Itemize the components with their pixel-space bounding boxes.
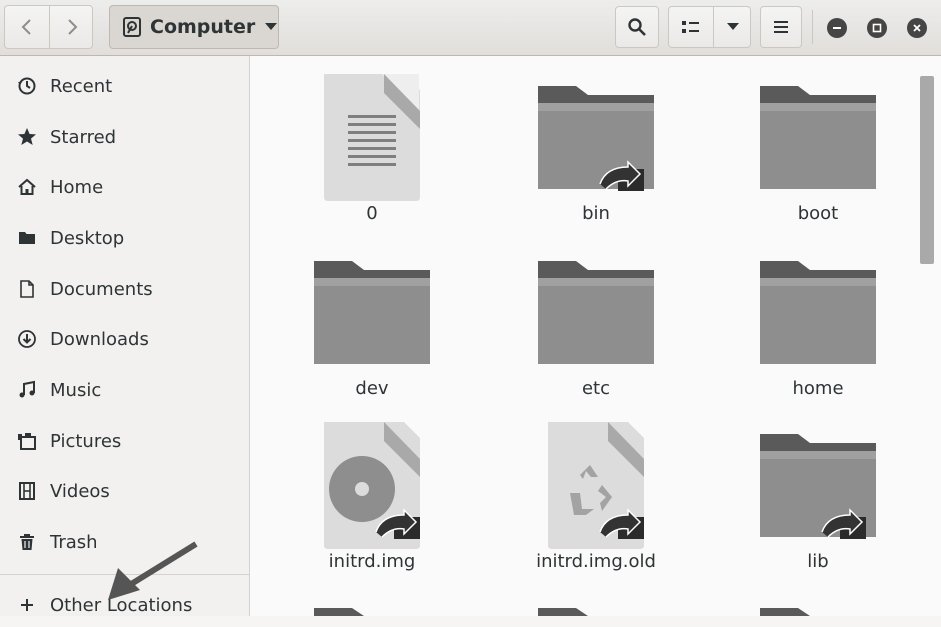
file-name: dev [355, 378, 389, 399]
document-icon [16, 278, 38, 300]
minimize-button[interactable] [827, 18, 847, 38]
view-options-group [668, 6, 751, 48]
file-item[interactable]: home [723, 246, 893, 416]
sidebar-item-downloads[interactable]: Downloads [0, 317, 249, 361]
sidebar-item-label: Starred [50, 126, 117, 148]
file-item[interactable]: lib [723, 419, 893, 589]
sidebar-item-pictures[interactable]: Pictures [0, 419, 249, 463]
hamburger-menu-icon [774, 21, 788, 33]
file-name: boot [797, 203, 839, 224]
main-menu-button[interactable] [760, 6, 802, 48]
back-button[interactable] [5, 6, 49, 48]
file-item[interactable]: initrd.img.old [501, 419, 671, 589]
sidebar-item-label: Desktop [50, 227, 125, 249]
star-icon [16, 126, 38, 148]
folder-icon [538, 261, 654, 364]
file-name: initrd.img [328, 551, 416, 572]
path-label: Computer [150, 16, 256, 38]
sidebar-item-label: Other Locations [50, 594, 193, 616]
header-bar: Computer [0, 0, 941, 56]
folder-icon[interactable] [538, 606, 654, 616]
search-button[interactable] [615, 6, 659, 48]
sidebar-item-starred[interactable]: Starred [0, 115, 249, 159]
list-view-icon [682, 21, 699, 33]
forward-chevron-icon [68, 19, 78, 35]
drive-icon [123, 17, 141, 37]
folder-icon [314, 261, 430, 364]
sidebar-item-label: Pictures [50, 430, 122, 452]
header-separator [812, 10, 813, 44]
sidebar-item-label: Home [50, 176, 104, 198]
file-item[interactable]: etc [501, 246, 671, 416]
search-icon [628, 18, 646, 36]
folder-icon[interactable] [314, 606, 430, 616]
vertical-scrollbar[interactable] [920, 76, 934, 264]
sidebar-item-videos[interactable]: Videos [0, 469, 249, 513]
folder-icon[interactable] [760, 606, 876, 616]
sidebar-separator [0, 574, 249, 575]
maximize-icon [872, 23, 882, 33]
places-sidebar: Recent Starred Home Desktop Documents Do… [0, 56, 250, 616]
sidebar-item-recent[interactable]: Recent [0, 64, 249, 108]
download-icon [16, 328, 38, 350]
folder-icon [760, 86, 876, 189]
desktop-folder-icon [16, 227, 38, 249]
folder-link-icon [538, 86, 654, 191]
folder-icon [760, 261, 876, 364]
maximize-button[interactable] [867, 18, 887, 38]
pictures-icon [16, 430, 38, 452]
disc-image-file-icon [324, 422, 420, 549]
view-toggle-button[interactable] [669, 7, 713, 47]
forward-button[interactable] [50, 6, 94, 48]
sidebar-item-trash[interactable]: Trash [0, 520, 249, 564]
sidebar-item-label: Music [50, 379, 102, 401]
sidebar-item-label: Recent [50, 75, 113, 97]
file-name: etc [581, 378, 611, 399]
sidebar-item-documents[interactable]: Documents [0, 267, 249, 311]
view-options-dropdown[interactable] [714, 7, 751, 47]
file-name: home [792, 378, 844, 399]
sidebar-item-label: Downloads [50, 328, 149, 350]
minimize-icon [833, 27, 841, 29]
file-grid-view: 0 bin boot dev etc home initrd.img initr… [250, 56, 941, 616]
sidebar-item-label: Documents [50, 278, 153, 300]
file-name: 0 [366, 203, 378, 224]
sidebar-item-desktop[interactable]: Desktop [0, 216, 249, 260]
sidebar-item-label: Videos [50, 480, 110, 502]
music-icon [16, 379, 38, 401]
plus-icon [16, 594, 38, 616]
sidebar-item-music[interactable]: Music [0, 368, 249, 412]
film-icon [16, 480, 38, 502]
clock-icon [16, 75, 38, 97]
file-name: lib [807, 551, 829, 572]
text-file-icon [324, 74, 420, 201]
nav-button-group [4, 5, 93, 49]
file-name: initrd.img.old [536, 551, 656, 572]
back-chevron-icon [21, 19, 31, 35]
sidebar-item-other-locations[interactable]: Other Locations [0, 583, 249, 627]
sidebar-item-home[interactable]: Home [0, 165, 249, 209]
close-icon [913, 24, 921, 32]
file-item[interactable]: dev [277, 246, 447, 416]
chevron-down-icon [265, 23, 278, 30]
file-item[interactable]: initrd.img [277, 419, 447, 589]
close-button[interactable] [907, 18, 927, 38]
chevron-down-icon [726, 23, 739, 30]
file-name: bin [582, 203, 610, 224]
file-item[interactable]: boot [723, 71, 893, 241]
sidebar-item-label: Trash [50, 531, 98, 553]
trash-icon [16, 531, 38, 553]
home-icon [16, 176, 38, 198]
archive-file-icon [548, 422, 644, 549]
file-item[interactable]: 0 [277, 71, 447, 241]
path-bar-computer-button[interactable]: Computer [109, 5, 279, 49]
file-item[interactable]: bin [501, 71, 671, 241]
folder-link-icon [760, 434, 876, 539]
